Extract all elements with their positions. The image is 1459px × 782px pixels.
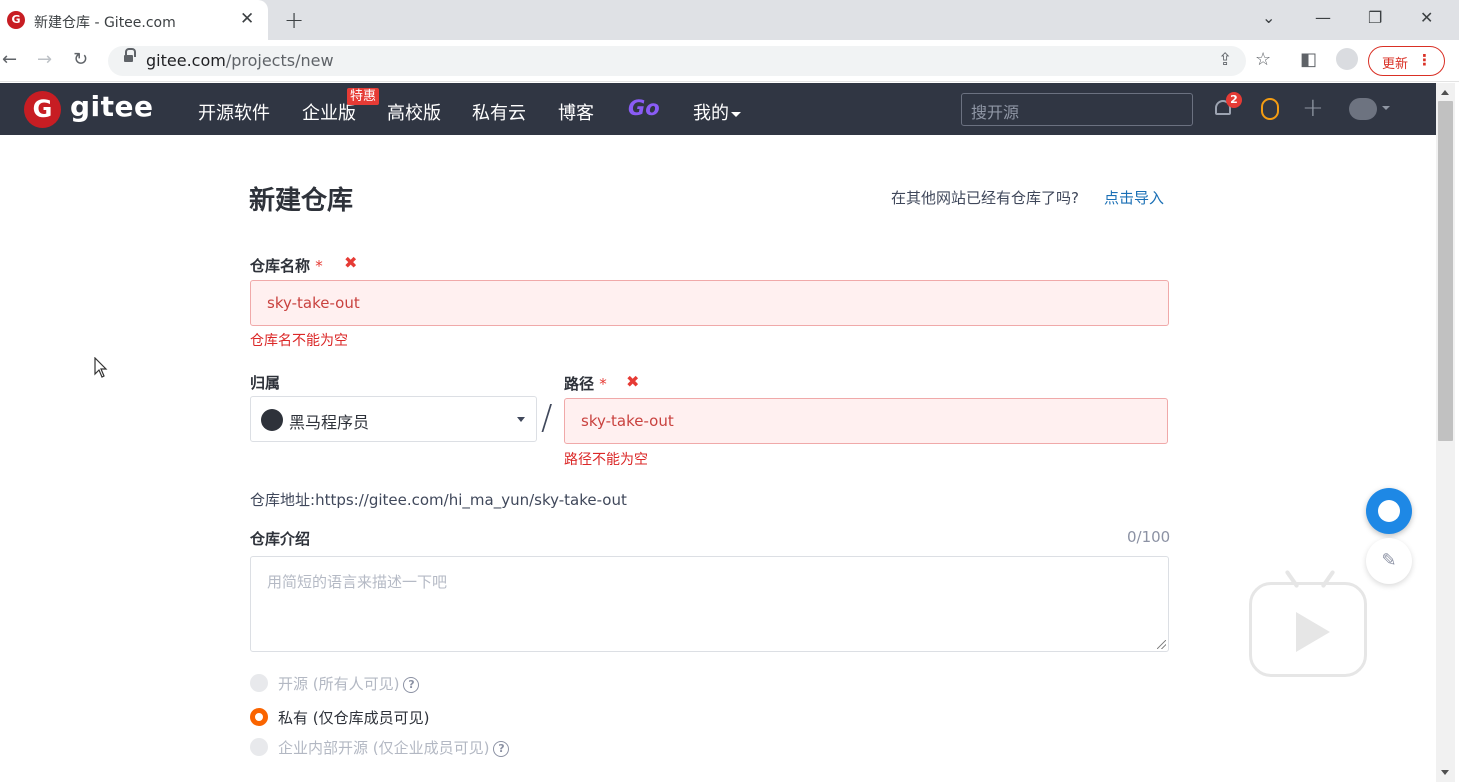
share-icon[interactable]: ⇪: [1218, 50, 1232, 70]
promo-badge: 特惠: [347, 88, 380, 105]
browser-tab[interactable]: G 新建仓库 - Gitee.com ✕: [0, 0, 268, 40]
site-header: G gitee 开源软件 企业版 特惠 高校版 私有云 博客 Go 我的 搜开源…: [0, 83, 1436, 135]
scroll-down-icon[interactable]: [1441, 770, 1449, 775]
plus-icon[interactable]: +: [1302, 93, 1324, 123]
help-icon[interactable]: ?: [493, 741, 510, 757]
required-mark: *: [599, 375, 607, 393]
minimize-icon[interactable]: —: [1315, 8, 1331, 27]
path-label: 路径 *: [564, 375, 607, 393]
feedback-edit-icon[interactable]: ✎: [1366, 538, 1412, 584]
chevron-down-icon: [731, 111, 741, 117]
required-mark: *: [315, 257, 323, 275]
intro-char-counter: 0/100: [1127, 528, 1171, 546]
nav-item-private-cloud[interactable]: 私有云: [472, 99, 526, 125]
owner-label: 归属: [250, 374, 281, 392]
intro-placeholder: 用简短的语言来描述一下吧: [267, 573, 448, 591]
assistant-float-icon[interactable]: [1366, 488, 1412, 534]
page-title: 新建仓库: [249, 186, 354, 216]
error-x-icon: ✖: [626, 372, 640, 391]
back-icon[interactable]: ←: [2, 49, 17, 70]
tab-search-icon[interactable]: ⌄: [1262, 8, 1275, 27]
repo-name-error: 仓库名不能为空: [250, 333, 348, 349]
owner-name: 黑马程序员: [289, 413, 370, 432]
notification-count-badge: 2: [1226, 92, 1242, 108]
repo-url: 仓库地址:https://gitee.com/hi_ma_yun/sky-tak…: [250, 491, 627, 509]
chevron-down-icon: [517, 417, 525, 422]
site-search-input[interactable]: 搜开源: [961, 93, 1193, 126]
repo-name-label: 仓库名称 *: [250, 257, 323, 275]
radio-button-selected[interactable]: [250, 708, 268, 726]
path-separator: /: [541, 398, 553, 438]
nav-item-education[interactable]: 高校版: [387, 99, 441, 125]
owner-avatar: [261, 409, 283, 431]
avatar[interactable]: [1349, 98, 1377, 120]
tab-title: 新建仓库 - Gitee.com: [34, 15, 176, 31]
address-bar-row: ← → ↻ gitee.com/projects/new ⇪ ☆ ◧ 更新 ⋮: [0, 40, 1459, 82]
bookmark-star-icon[interactable]: ☆: [1255, 49, 1271, 70]
notification-bell-icon[interactable]: 2: [1214, 92, 1242, 118]
menu-dots-icon: ⋮: [1417, 51, 1432, 69]
nav-item-mine[interactable]: 我的: [693, 99, 741, 125]
forward-icon[interactable]: →: [37, 49, 52, 70]
play-icon: [1296, 612, 1330, 652]
tab-close-icon[interactable]: ✕: [240, 9, 254, 29]
restore-icon[interactable]: ❐: [1368, 8, 1382, 27]
import-link[interactable]: 点击导入: [1104, 187, 1164, 208]
browser-tab-bar: G 新建仓库 - Gitee.com ✕ + ⌄ — ❐ ✕: [0, 0, 1459, 40]
intro-label: 仓库介绍: [250, 530, 311, 548]
radio-button[interactable]: [250, 674, 268, 692]
intro-textarea[interactable]: 用简短的语言来描述一下吧: [250, 556, 1169, 652]
site-logo-text[interactable]: gitee: [70, 90, 154, 123]
radio-button[interactable]: [250, 738, 268, 756]
owner-select[interactable]: 黑马程序员: [250, 396, 537, 442]
lock-icon: [124, 48, 136, 64]
scrollbar-thumb[interactable]: [1438, 101, 1453, 441]
browser-update-button[interactable]: 更新 ⋮: [1368, 46, 1445, 76]
repo-name-input[interactable]: sky-take-out: [250, 280, 1169, 326]
avatar-chevron-down-icon[interactable]: [1382, 106, 1390, 110]
reload-icon[interactable]: ↻: [73, 49, 88, 70]
gitee-logo-icon[interactable]: G: [24, 91, 61, 128]
nav-item-blog[interactable]: 博客: [558, 99, 594, 125]
path-input[interactable]: sky-take-out: [564, 398, 1168, 444]
lightbulb-icon[interactable]: [1261, 98, 1279, 120]
close-window-icon[interactable]: ✕: [1420, 8, 1433, 27]
nav-item-opensource[interactable]: 开源软件: [198, 99, 270, 125]
error-x-icon: ✖: [344, 253, 358, 272]
update-label: 更新: [1382, 57, 1409, 72]
video-player-overlay-icon[interactable]: [1249, 569, 1367, 677]
url-text: gitee.com/projects/new: [146, 51, 334, 70]
side-panel-icon[interactable]: ◧: [1300, 49, 1317, 70]
profile-icon[interactable]: [1336, 48, 1358, 70]
gitee-favicon-icon: G: [7, 11, 25, 29]
new-tab-icon[interactable]: +: [284, 6, 304, 34]
resize-handle-icon[interactable]: [1157, 640, 1166, 649]
scroll-up-icon[interactable]: [1441, 90, 1449, 95]
path-error: 路径不能为空: [564, 452, 648, 468]
help-icon[interactable]: ?: [403, 677, 420, 693]
nav-item-go[interactable]: Go: [628, 96, 660, 120]
url-input[interactable]: gitee.com/projects/new ⇪: [108, 46, 1246, 76]
import-question: 在其他网站已经有仓库了吗?: [891, 189, 1079, 207]
